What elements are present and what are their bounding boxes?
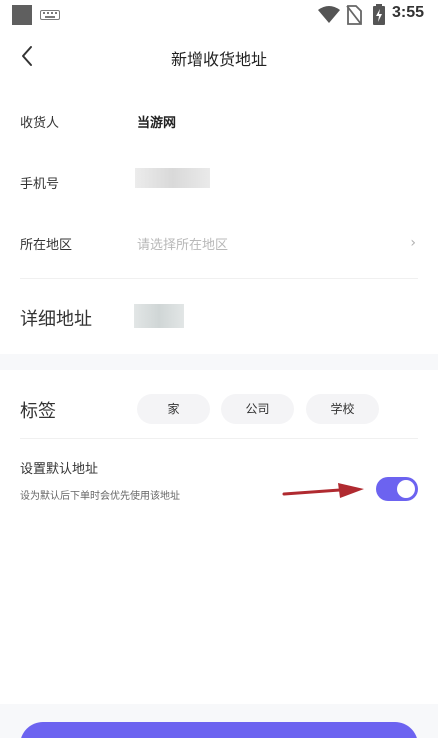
status-time: 3:55: [392, 4, 425, 21]
divider: [20, 438, 418, 439]
address-label: 详细地址: [20, 309, 92, 330]
default-address-toggle[interactable]: [376, 477, 418, 501]
page-title: 新增收货地址: [170, 50, 267, 69]
chevron-right-icon: ›: [410, 235, 416, 251]
recipient-input[interactable]: 当游网: [137, 112, 176, 131]
divider: [20, 278, 418, 279]
tag-chip-home[interactable]: 家: [137, 394, 210, 424]
default-address-title: 设置默认地址: [20, 462, 99, 477]
save-button[interactable]: [20, 722, 418, 738]
tag-chip-school[interactable]: 学校: [306, 394, 379, 424]
phone-row[interactable]: 手机号 12: [20, 173, 418, 193]
recipient-label: 收货人: [20, 116, 60, 131]
phone-label: 手机号: [20, 177, 60, 192]
status-bar: 3:55: [0, 0, 438, 30]
battery-charging-icon: [373, 4, 385, 25]
region-row[interactable]: 所在地区 请选择所在地区 ›: [20, 234, 418, 254]
region-picker[interactable]: 请选择所在地区: [137, 234, 228, 253]
tag-chip-company[interactable]: 公司: [221, 394, 294, 424]
region-label: 所在地区: [20, 238, 73, 253]
tags-label: 标签: [20, 401, 56, 422]
address-input[interactable]: [134, 304, 184, 328]
keyboard-icon: [40, 10, 60, 20]
toggle-knob: [397, 480, 415, 498]
annotation-arrow-icon: [282, 483, 364, 498]
notification-app-icon: [12, 5, 32, 25]
wifi-icon: [318, 6, 340, 23]
phone-redaction: [135, 168, 210, 188]
section-separator: [0, 354, 438, 370]
no-sim-icon: [346, 5, 362, 25]
recipient-row[interactable]: 收货人 当游网: [20, 112, 418, 132]
title-bar: 新增收货地址: [0, 30, 438, 82]
default-address-subtitle: 设为默认后下单时会优先使用该地址: [20, 491, 180, 502]
